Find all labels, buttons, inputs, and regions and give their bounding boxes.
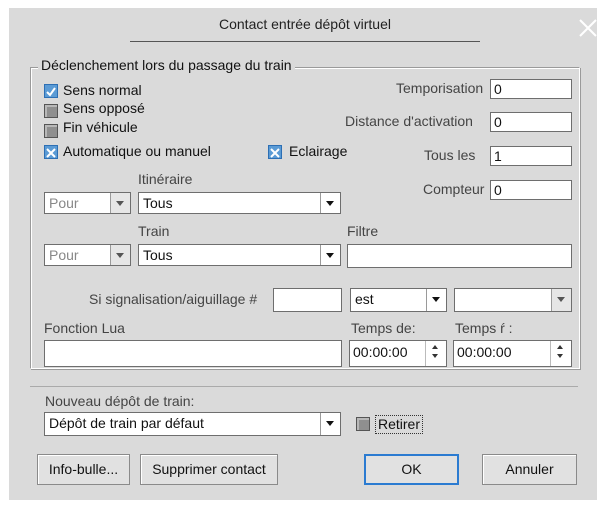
temporisation-label: Temporisation: [396, 80, 484, 96]
temporisation-input[interactable]: 0: [490, 79, 572, 99]
itineraire-select[interactable]: Tous: [138, 192, 341, 214]
retirer-label: Retirer: [375, 415, 424, 434]
tous-les-label: Tous les: [424, 147, 476, 163]
lua-label: Fonction Lua: [44, 320, 125, 336]
chevron-down-icon: [551, 289, 571, 311]
depot-select[interactable]: Dépôt de train par défaut: [44, 412, 341, 436]
depot-label: Nouveau dépôt de train:: [45, 393, 195, 409]
signal-operator-select[interactable]: est: [350, 288, 447, 312]
filtre-input[interactable]: [347, 244, 572, 268]
depot-value: Dépôt de train par défaut: [49, 415, 204, 431]
info-bulle-button[interactable]: Info-bulle...: [37, 454, 130, 485]
compteur-input[interactable]: 0: [490, 180, 572, 200]
temps-de-label: Temps de:: [351, 320, 416, 336]
chevron-down-icon: [110, 193, 130, 213]
temps-a-value: 00:00:00: [457, 344, 512, 360]
compteur-label: Compteur: [423, 181, 485, 197]
signal-operator-value: est: [355, 291, 374, 307]
sens-oppose-label: Sens opposé: [63, 100, 145, 116]
chevron-down-icon[interactable]: [320, 413, 340, 435]
trigger-group-legend: Déclenchement lors du passage du train: [38, 57, 295, 73]
distance-input[interactable]: 0: [490, 112, 572, 132]
signal-label: Si signalisation/aiguillage #: [89, 291, 258, 307]
spin-arrows-icon[interactable]: [550, 341, 571, 366]
close-icon[interactable]: [574, 14, 602, 42]
delete-contact-button[interactable]: Supprimer contact: [140, 454, 278, 485]
chevron-down-icon[interactable]: [320, 245, 340, 265]
ok-button[interactable]: OK: [364, 454, 459, 485]
eclairage-label: Eclairage: [289, 143, 348, 159]
spin-arrows-icon[interactable]: [425, 341, 446, 366]
auto-manuel-checkbox[interactable]: [44, 145, 58, 159]
tous-les-input[interactable]: 1: [490, 146, 572, 166]
temps-a-label: Temps ŕ :: [455, 320, 513, 336]
title-underline: [130, 41, 480, 42]
signal-number-input[interactable]: [273, 288, 342, 312]
distance-label: Distance d'activation: [345, 113, 473, 129]
filtre-label: Filtre: [347, 223, 379, 239]
chevron-down-icon: [110, 245, 130, 265]
itineraire-mode-value: Pour: [49, 195, 79, 211]
train-value: Tous: [143, 247, 173, 263]
itineraire-mode-select: Pour: [44, 192, 131, 214]
auto-manuel-label: Automatique ou manuel: [63, 143, 211, 159]
itineraire-value: Tous: [143, 195, 173, 211]
itineraire-label: Itinéraire: [138, 171, 193, 187]
chevron-down-icon[interactable]: [320, 193, 340, 213]
temps-a-spinner[interactable]: 00:00:00: [453, 340, 572, 367]
dialog-title: Contact entrée dépôt virtuel: [219, 16, 391, 32]
lua-input[interactable]: [44, 340, 342, 367]
chevron-down-icon[interactable]: [426, 289, 446, 311]
temps-de-spinner[interactable]: 00:00:00: [349, 340, 447, 367]
train-select[interactable]: Tous: [138, 244, 341, 266]
sens-normal-checkbox[interactable]: [44, 84, 58, 98]
sens-normal-label: Sens normal: [63, 82, 142, 98]
temps-de-value: 00:00:00: [353, 344, 408, 360]
divider: [30, 386, 578, 387]
cancel-button[interactable]: Annuler: [482, 454, 577, 485]
train-label: Train: [138, 223, 170, 239]
retirer-checkbox: [356, 417, 370, 431]
eclairage-checkbox[interactable]: [268, 145, 282, 159]
fin-vehicule-checkbox: [44, 124, 58, 138]
train-mode-select: Pour: [44, 244, 131, 266]
signal-state-select: [454, 288, 572, 312]
fin-vehicule-label: Fin véhicule: [63, 119, 138, 135]
sens-oppose-checkbox: [44, 104, 58, 118]
train-mode-value: Pour: [49, 247, 79, 263]
